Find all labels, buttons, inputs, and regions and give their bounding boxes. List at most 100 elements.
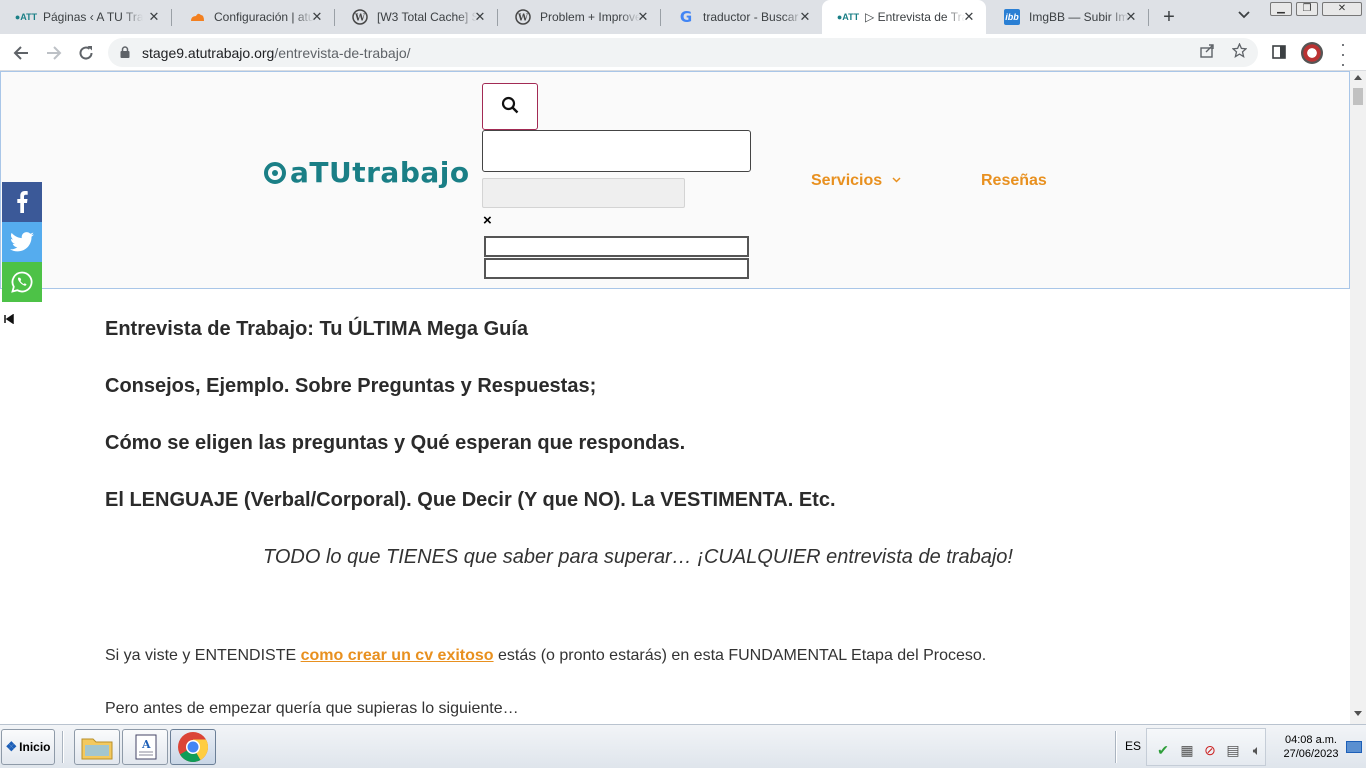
network-icon[interactable]: ▦ bbox=[1179, 742, 1195, 758]
browser-toolbar: stage9.atutrabajo.org/entrevista-de-trab… bbox=[0, 34, 1366, 73]
search-close-icon[interactable]: × bbox=[483, 212, 492, 229]
tab-traductor[interactable]: G traductor - Buscar con Google ✕ bbox=[660, 0, 822, 34]
search-submit-button[interactable] bbox=[482, 178, 685, 208]
back-button[interactable] bbox=[9, 41, 33, 65]
share-icon[interactable] bbox=[1200, 43, 1215, 62]
close-icon[interactable]: ✕ bbox=[473, 10, 487, 24]
bookmark-star-icon[interactable] bbox=[1231, 42, 1248, 62]
search-input[interactable] bbox=[482, 130, 751, 172]
sync-icon[interactable]: ✔ bbox=[1155, 742, 1171, 758]
scroll-up-arrow-icon[interactable] bbox=[1354, 75, 1362, 80]
taskbar-explorer[interactable] bbox=[74, 729, 120, 765]
windows-taskbar: ❖ Inicio A ES ✔ ▦ ⊘ ▤ 🔈︎ 04:08 a.m. 27/06… bbox=[0, 724, 1366, 768]
lock-icon[interactable] bbox=[120, 46, 130, 58]
whatsapp-share-button[interactable] bbox=[2, 262, 42, 302]
system-clock[interactable]: 04:08 a.m. 27/06/2023 bbox=[1268, 733, 1354, 761]
taskbar-wordpad[interactable]: A bbox=[122, 729, 168, 765]
site-logo[interactable]: aTUtrabajo bbox=[264, 156, 470, 189]
article-paragraph: Si ya viste y ENTENDISTE como crear un c… bbox=[105, 647, 986, 665]
search-extra-field[interactable] bbox=[484, 236, 749, 257]
chrome-icon bbox=[178, 732, 208, 763]
tab-entrevista[interactable]: ●ATT ▷ Entrevista de Trabajo ✕ bbox=[822, 0, 986, 34]
wordpad-icon: A bbox=[135, 734, 157, 760]
search-extra-field[interactable] bbox=[484, 258, 749, 279]
tab-search-chevron-icon[interactable] bbox=[1238, 8, 1250, 22]
wordpress-icon: W bbox=[352, 9, 368, 25]
tab-configuracion[interactable]: Configuración | atutrabajo ✕ bbox=[171, 0, 334, 34]
cloudflare-icon bbox=[189, 9, 205, 25]
close-icon[interactable]: ✕ bbox=[1124, 10, 1138, 24]
start-label: Inicio bbox=[19, 740, 51, 754]
forward-arrow-icon bbox=[47, 46, 62, 60]
window-close-button[interactable]: ✕ bbox=[1322, 2, 1362, 16]
tab-title: Configuración | atutrabajo bbox=[214, 10, 314, 24]
page-scrollbar[interactable] bbox=[1350, 71, 1366, 724]
tab-title: ▷ Entrevista de Trabajo bbox=[865, 10, 965, 24]
forward-button[interactable] bbox=[42, 41, 66, 65]
tab-title: [W3 Total Cache] Settings bbox=[377, 10, 477, 24]
logo-mark-icon bbox=[264, 161, 286, 184]
tab-paginas[interactable]: ●ATT Páginas ‹ A TU Trabajo ✕ bbox=[0, 0, 171, 34]
close-icon[interactable]: ✕ bbox=[636, 10, 650, 24]
url-text[interactable]: stage9.atutrabajo.org/entrevista-de-trab… bbox=[142, 45, 411, 61]
twitter-share-button[interactable] bbox=[2, 222, 42, 262]
url-path: /entrevista-de-trabajo/ bbox=[274, 45, 411, 61]
article-paragraph: Pero antes de empezar quería que supiera… bbox=[105, 700, 519, 717]
url-host: stage9.atutrabajo.org bbox=[142, 45, 275, 61]
device-icon[interactable]: ▤ bbox=[1225, 742, 1241, 758]
svg-text:W: W bbox=[354, 14, 366, 24]
tab-separator bbox=[1148, 9, 1149, 26]
search-icon bbox=[501, 96, 519, 114]
whatsapp-icon bbox=[11, 271, 33, 293]
nav-item-servicios[interactable]: Servicios bbox=[811, 172, 882, 190]
browser-menu-icon[interactable]: · · · bbox=[1338, 35, 1348, 73]
language-indicator[interactable]: ES bbox=[1125, 739, 1141, 753]
hide-share-icon[interactable] bbox=[4, 314, 14, 324]
nav-item-resenas[interactable]: Reseñas bbox=[981, 172, 1047, 190]
restore-button[interactable]: ❐ bbox=[1296, 2, 1318, 16]
scroll-down-arrow-icon[interactable] bbox=[1354, 711, 1362, 716]
scroll-thumb[interactable] bbox=[1353, 88, 1363, 105]
reload-button[interactable] bbox=[74, 41, 98, 65]
logo-text: aTUtrabajo bbox=[290, 156, 470, 189]
tab-imgbb[interactable]: ibb ImgBB — Subir Imagen ✕ bbox=[986, 0, 1148, 34]
taskbar-chrome[interactable] bbox=[170, 729, 216, 765]
site-header: aTUtrabajo × Servicios Reseñas bbox=[0, 71, 1350, 289]
folder-icon bbox=[81, 738, 113, 760]
security-alert-icon[interactable]: ⊘ bbox=[1202, 742, 1218, 758]
start-button[interactable]: ❖ Inicio bbox=[1, 729, 55, 765]
volume-icon[interactable]: 🔈︎ bbox=[1249, 742, 1265, 758]
side-panel-icon[interactable] bbox=[1272, 45, 1286, 64]
tab-title: Páginas ‹ A TU Trabajo bbox=[43, 10, 143, 24]
article-heading: El LENGUAJE (Verbal/Corporal). Que Decir… bbox=[105, 489, 836, 511]
close-icon[interactable]: ✕ bbox=[147, 10, 161, 24]
clock-date: 27/06/2023 bbox=[1283, 748, 1339, 760]
address-bar[interactable]: stage9.atutrabajo.org/entrevista-de-trab… bbox=[108, 38, 1258, 67]
tab-title: traductor - Buscar con Google bbox=[703, 10, 803, 24]
close-icon[interactable]: ✕ bbox=[798, 10, 812, 24]
imgbb-icon: ibb bbox=[1004, 9, 1020, 25]
clock-time: 04:08 a.m. bbox=[1285, 734, 1337, 746]
facebook-share-button[interactable] bbox=[2, 182, 42, 222]
new-tab-button[interactable]: + bbox=[1158, 6, 1180, 29]
close-icon[interactable]: ✕ bbox=[962, 10, 976, 24]
windows-logo-icon: ❖ bbox=[5, 739, 18, 754]
show-desktop-button[interactable] bbox=[1346, 741, 1362, 753]
atutrabajo-icon: ●ATT bbox=[836, 12, 860, 22]
tab-problem-improvement[interactable]: W Problem + Improvement ✕ bbox=[497, 0, 660, 34]
minimize-button[interactable]: ▁ bbox=[1270, 2, 1292, 16]
search-toggle-button[interactable] bbox=[482, 83, 538, 130]
tab-title: ImgBB — Subir Imagen bbox=[1029, 10, 1129, 24]
google-icon: G bbox=[679, 8, 693, 26]
tab-strip: ●ATT Páginas ‹ A TU Trabajo ✕ Configurac… bbox=[0, 0, 1366, 34]
chevron-down-icon[interactable] bbox=[892, 175, 901, 184]
article-tagline: TODO lo que TIENES que saber para supera… bbox=[263, 546, 1013, 568]
close-icon[interactable]: ✕ bbox=[310, 10, 324, 24]
tab-w3-total-cache[interactable]: W [W3 Total Cache] Settings ✕ bbox=[334, 0, 497, 34]
article-heading: Consejos, Ejemplo. Sobre Preguntas y Res… bbox=[105, 375, 597, 397]
cv-guide-link[interactable]: como crear un cv exitoso bbox=[301, 647, 494, 664]
twitter-icon bbox=[10, 232, 34, 252]
facebook-icon bbox=[17, 191, 28, 213]
tab-title: Problem + Improvement bbox=[540, 10, 640, 24]
profile-avatar[interactable] bbox=[1301, 42, 1323, 64]
